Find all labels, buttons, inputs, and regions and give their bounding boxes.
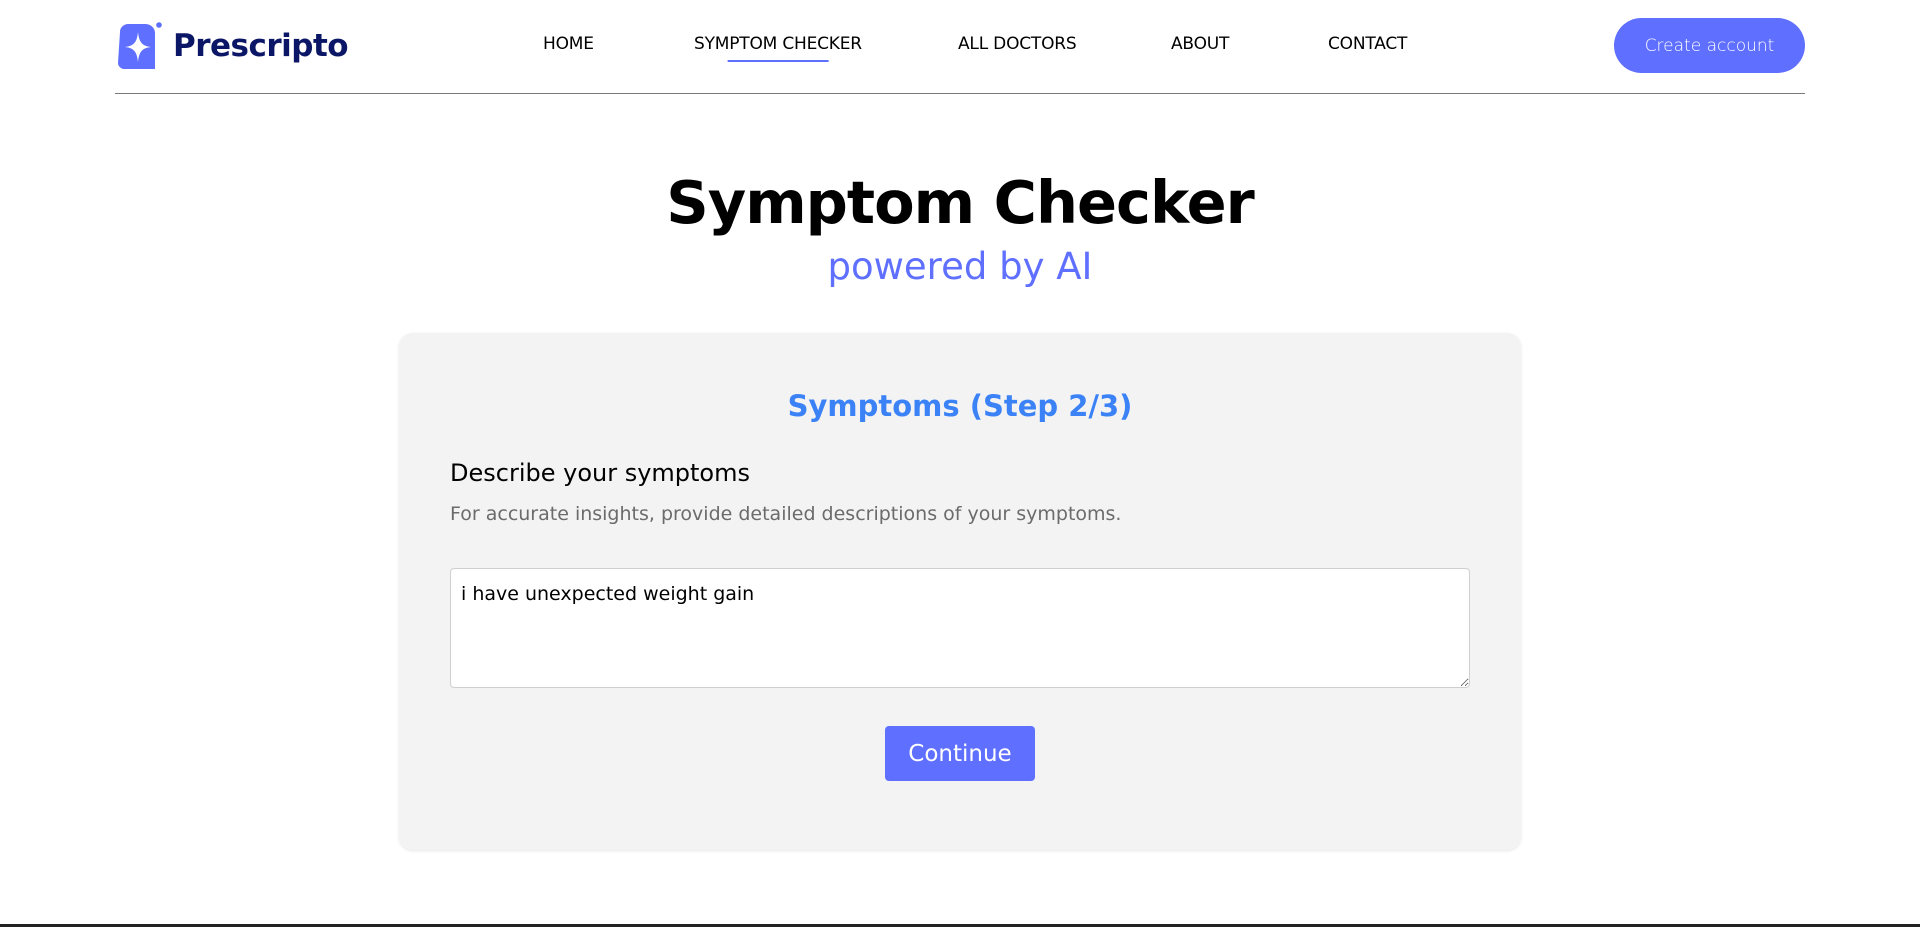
main-nav: HOME SYMPTOM CHECKER ALL DOCTORS ABOUT C… (115, 34, 1805, 62)
page-title: Symptom Checker (666, 168, 1254, 237)
create-account-button[interactable]: Create account (1614, 18, 1805, 73)
symptoms-textarea[interactable]: i have unexpected weight gain (450, 568, 1470, 688)
nav-home[interactable]: HOME (543, 34, 594, 54)
navbar: Prescripto HOME SYMPTOM CHECKER ALL DOCT… (115, 0, 1805, 94)
section-description: For accurate insights, provide detailed … (450, 503, 1122, 525)
nav-about[interactable]: ABOUT (1171, 34, 1229, 54)
step-title: Symptoms (Step 2/3) (787, 389, 1133, 423)
symptom-form-card: Symptoms (Step 2/3) Describe your sympto… (399, 333, 1521, 850)
continue-button[interactable]: Continue (885, 726, 1035, 781)
nav-contact[interactable]: CONTACT (1328, 34, 1407, 54)
nav-all-doctors[interactable]: ALL DOCTORS (958, 34, 1077, 54)
section-title: Describe your symptoms (450, 459, 750, 487)
nav-symptom-checker[interactable]: SYMPTOM CHECKER (694, 34, 862, 62)
active-nav-indicator (727, 60, 829, 62)
nav-symptom-checker-label: SYMPTOM CHECKER (694, 34, 862, 54)
page-subtitle: powered by AI (827, 245, 1093, 288)
